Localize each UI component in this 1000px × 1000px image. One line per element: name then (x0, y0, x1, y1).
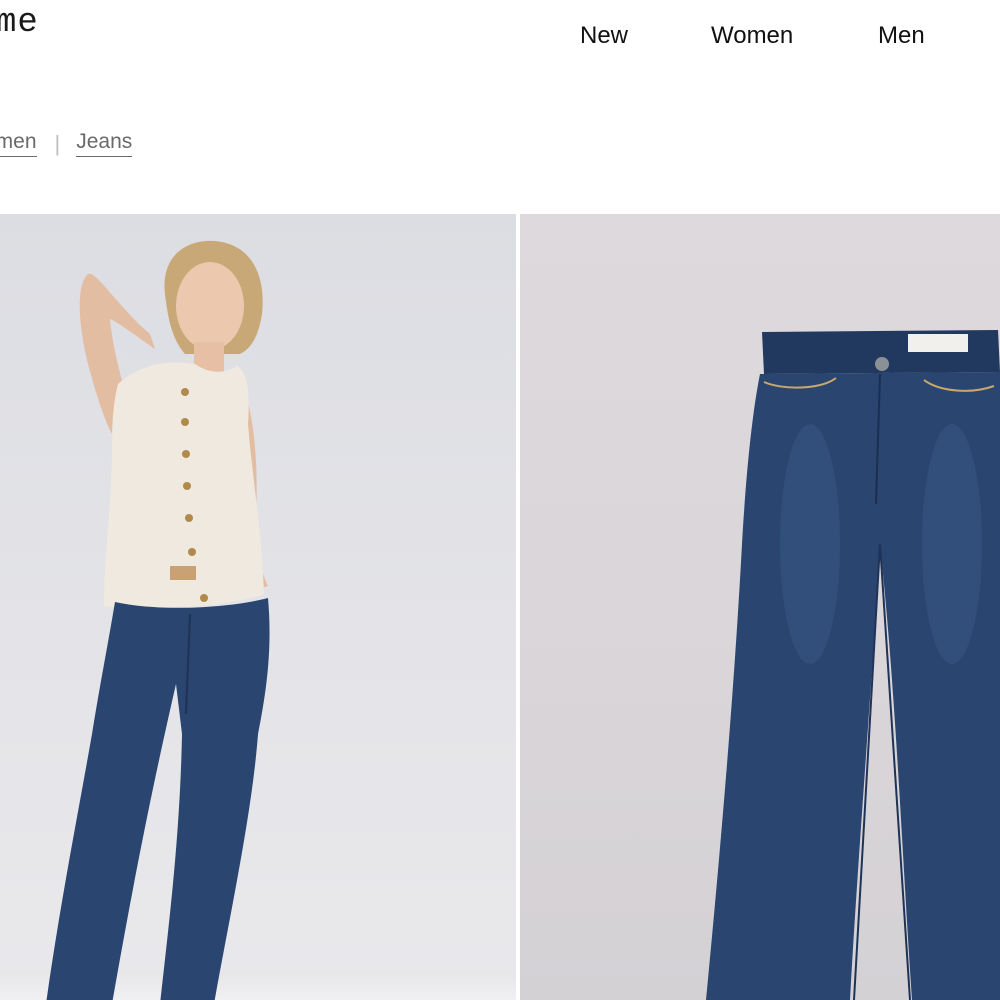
brand-logo[interactable]: me (0, 4, 39, 42)
breadcrumb-separator: | (54, 130, 61, 156)
product-gallery (0, 214, 1000, 1000)
nav-women[interactable]: Women (711, 22, 793, 50)
nav-new[interactable]: New (580, 22, 628, 50)
breadcrumb-jeans[interactable]: Jeans (76, 130, 133, 157)
jeans-illustration (706, 330, 1000, 1000)
nav-men[interactable]: Men (878, 22, 925, 50)
breadcrumb: omen | Jeans (0, 130, 133, 157)
breadcrumb-women[interactable]: omen (0, 130, 37, 157)
model-illustration (46, 240, 270, 1000)
model-photo[interactable] (0, 214, 516, 1000)
product-photo[interactable] (520, 214, 1000, 1000)
